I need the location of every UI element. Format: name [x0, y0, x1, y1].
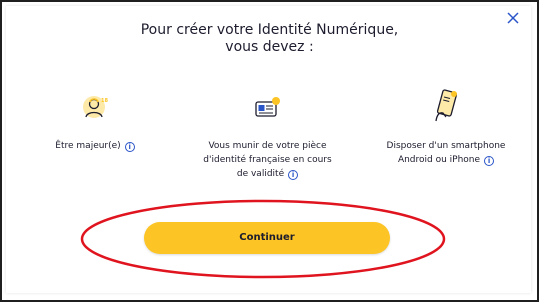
- requirement-smartphone-line-2: Android ou iPhone: [397, 155, 481, 165]
- adult-person-icon: 18: [83, 96, 108, 118]
- requirement-id-card-line-3: de validité: [236, 169, 285, 179]
- smartphone-icon: [435, 89, 458, 122]
- info-icon[interactable]: i: [288, 170, 299, 180]
- modal-title: Pour créer votre Identité Numérique, vou…: [0, 22, 539, 56]
- requirement-id-card-line-2: d'identité française en cours: [203, 155, 332, 165]
- continue-button[interactable]: Continuer: [144, 222, 390, 254]
- requirement-smartphone-line-1: Disposer d'un smartphone: [386, 141, 506, 151]
- requirement-id-card-line-1: Vous munir de votre pièce: [208, 141, 327, 151]
- info-icon[interactable]: i: [124, 142, 135, 152]
- requirement-adult-label: Être majeur(e): [55, 141, 121, 151]
- id-card-icon: [255, 97, 280, 117]
- svg-text:18: 18: [101, 98, 108, 104]
- modal-title-line-1: Pour créer votre Identité Numérique,: [140, 22, 399, 38]
- modal-title-line-2: vous devez :: [225, 39, 314, 55]
- info-icon[interactable]: i: [484, 156, 495, 166]
